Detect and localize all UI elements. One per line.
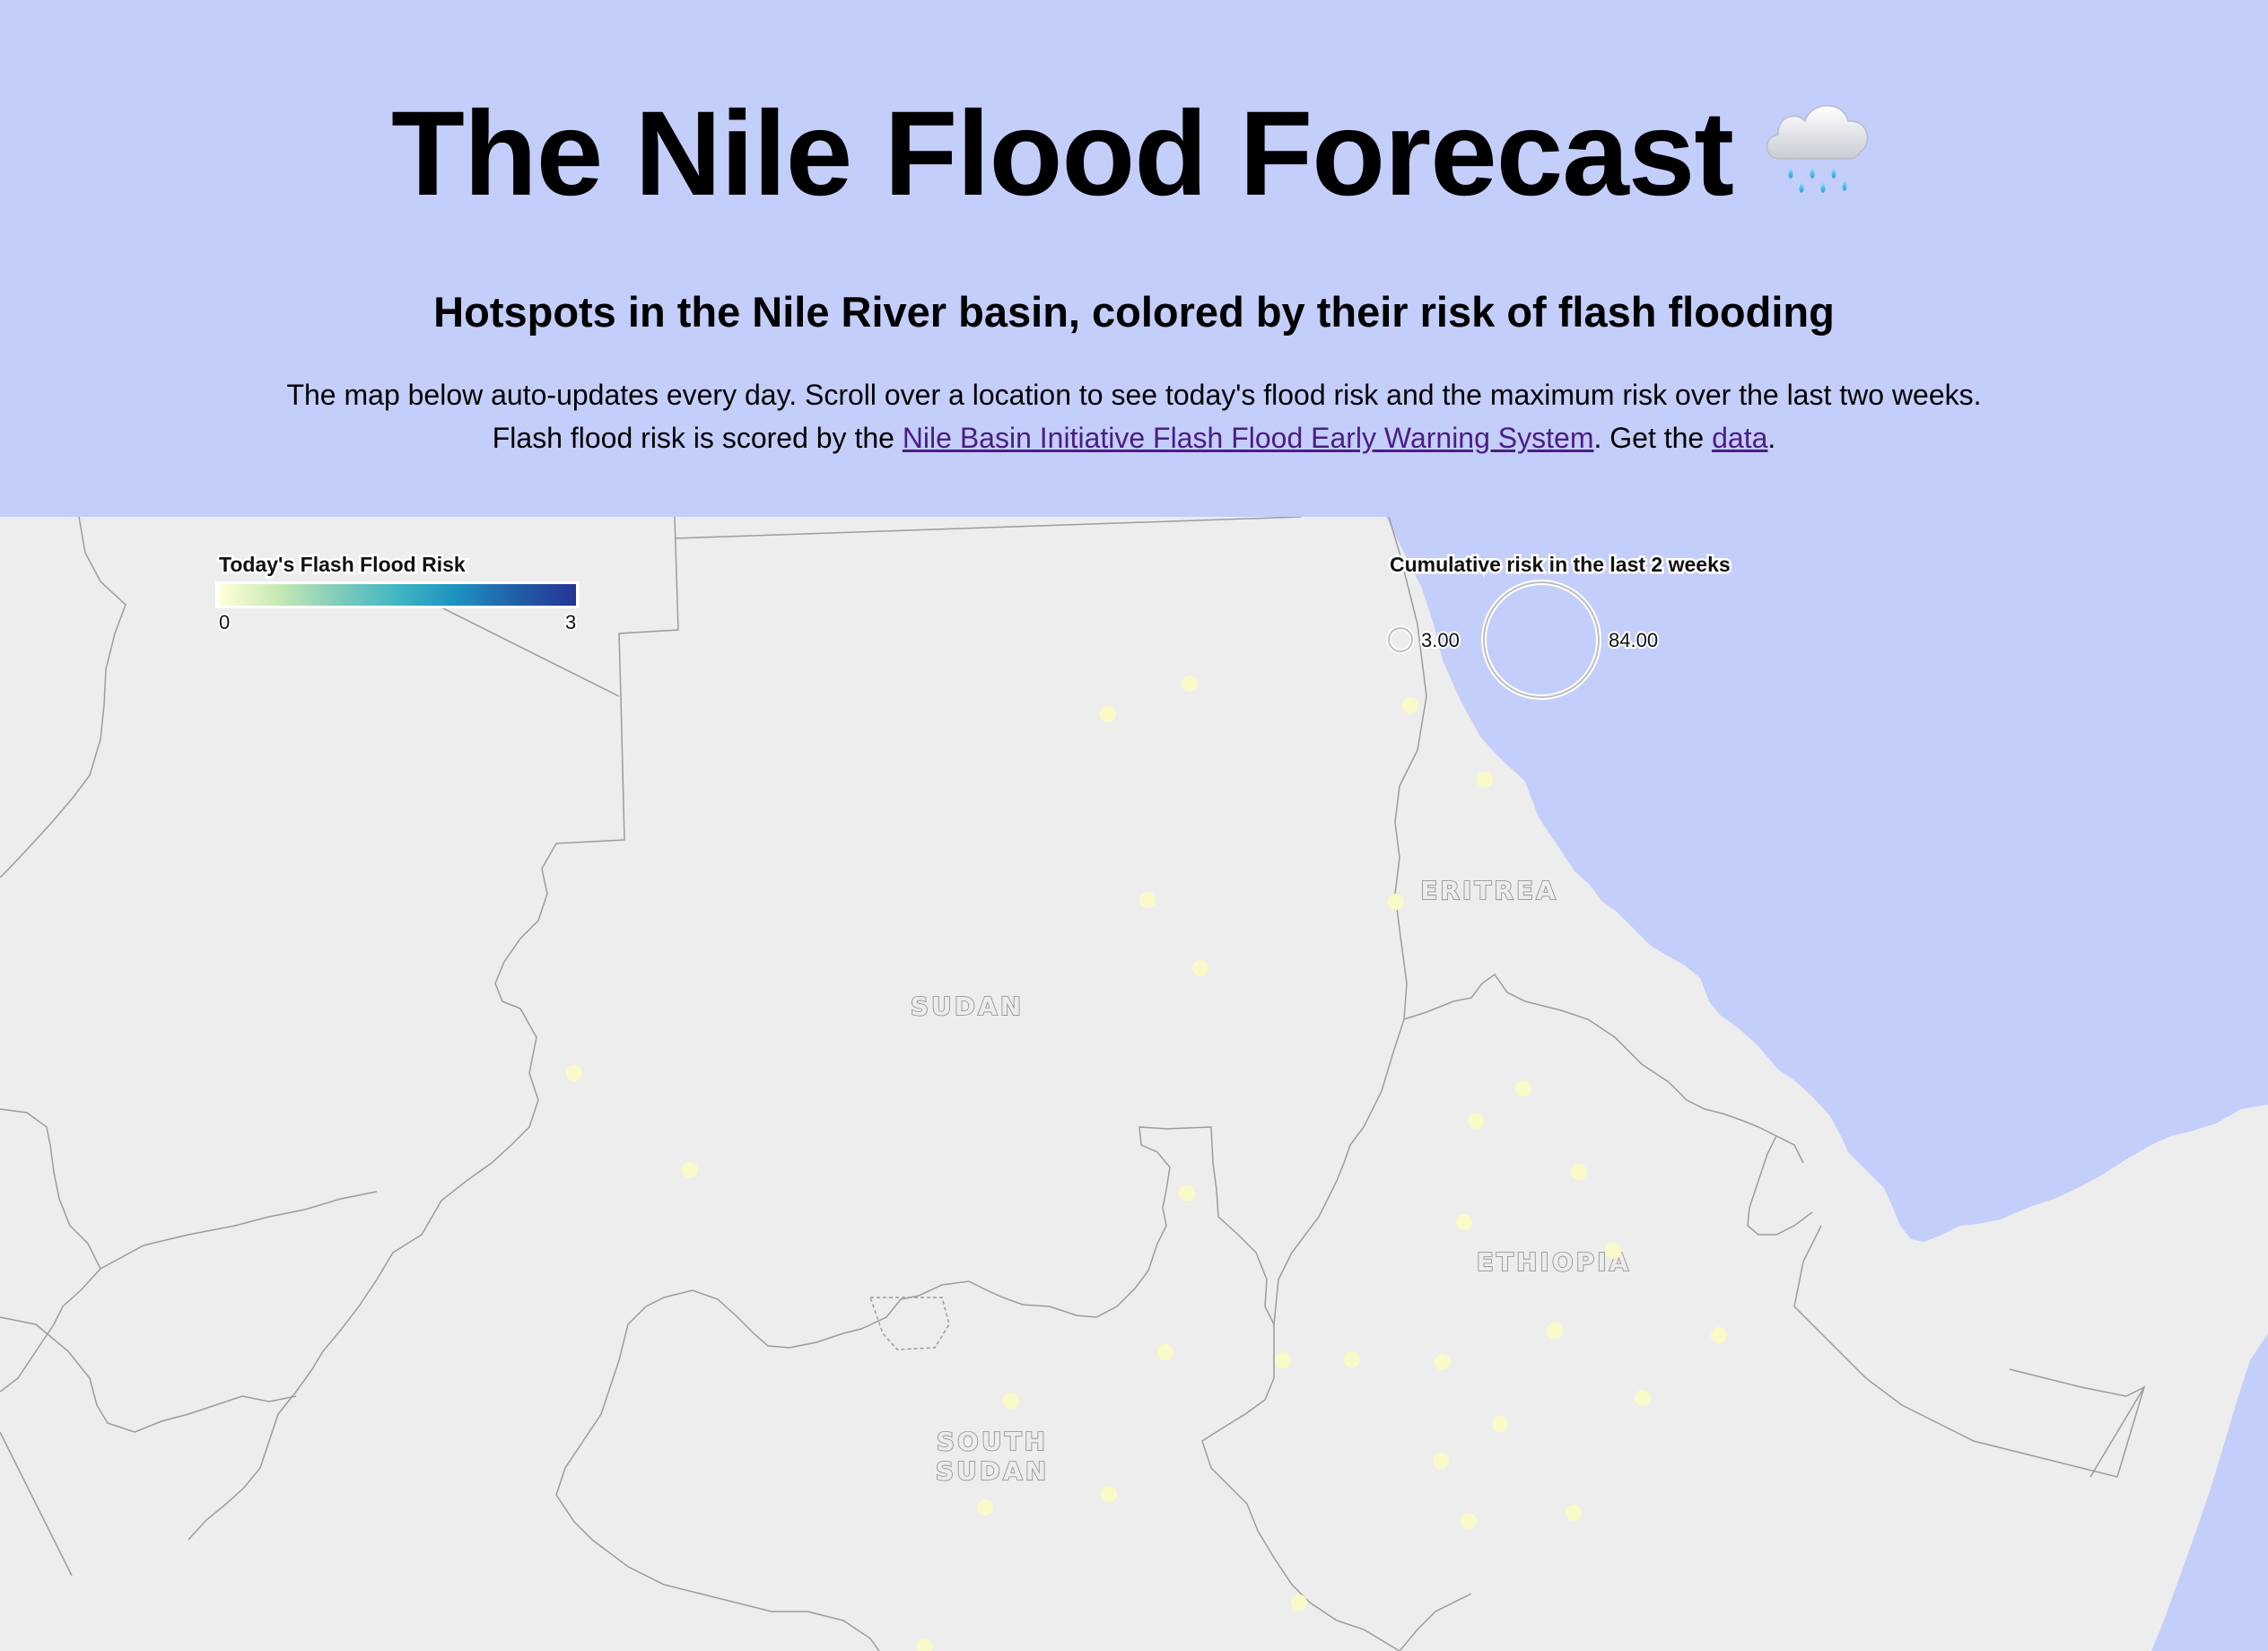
hotspot-marker[interactable] — [1157, 1344, 1173, 1360]
hotspot-marker[interactable] — [682, 1162, 698, 1178]
hotspot-marker[interactable] — [1344, 1351, 1360, 1367]
page-header: The Nile Flood Forecast Hotspots in the … — [0, 0, 2268, 517]
cloud-with-rain-icon — [1766, 105, 1869, 193]
hotspot-marker[interactable] — [1275, 1352, 1291, 1368]
legend-risk-min-label: 0 — [219, 611, 230, 633]
legend-risk-title: Today's Flash Flood Risk — [219, 553, 466, 576]
hotspot-marker[interactable] — [1711, 1327, 1727, 1343]
intro-line-2-middle: . Get the — [1593, 422, 1713, 454]
hotspot-marker[interactable] — [1571, 1164, 1587, 1180]
hotspot-marker[interactable] — [1192, 960, 1208, 976]
hotspot-marker[interactable] — [1101, 1486, 1117, 1502]
legend-cumulative-large-label: 84.00 — [1609, 629, 1658, 651]
hotspot-marker[interactable] — [1605, 1243, 1621, 1259]
hotspot-marker[interactable] — [1179, 1185, 1195, 1201]
hotspot-marker[interactable] — [977, 1499, 993, 1516]
hotspot-marker[interactable] — [1291, 1594, 1307, 1611]
hotspot-marker[interactable] — [1139, 892, 1156, 908]
country-label-eritrea: ERITREA — [1420, 876, 1558, 905]
hotspot-marker[interactable] — [1003, 1393, 1019, 1409]
country-label-south-sudan-line1: SOUTH — [937, 1427, 1048, 1456]
flood-risk-map[interactable]: SUDAN ERITREA ETHIOPIA SOUTH SUDAN Today… — [0, 517, 2268, 1651]
flash-flood-warning-system-link[interactable]: Nile Basin Initiative Flash Flood Early … — [903, 422, 1594, 454]
map-canvas[interactable]: SUDAN ERITREA ETHIOPIA SOUTH SUDAN Today… — [0, 517, 2268, 1651]
hotspot-marker[interactable] — [1635, 1390, 1651, 1406]
data-link[interactable]: data — [1712, 422, 1767, 454]
hotspot-marker[interactable] — [1388, 894, 1404, 910]
hotspot-marker[interactable] — [1492, 1416, 1508, 1432]
hotspot-marker[interactable] — [1477, 772, 1493, 788]
hotspot-marker[interactable] — [1456, 1214, 1472, 1230]
intro-line-2-end: . — [1767, 422, 1776, 454]
hotspot-marker[interactable] — [1515, 1080, 1531, 1096]
hotspot-marker[interactable] — [1182, 676, 1198, 692]
legend-cumulative-small-label: 3.00 — [1421, 629, 1460, 651]
page-title: The Nile Flood Forecast — [0, 83, 2268, 226]
hotspot-marker[interactable] — [1433, 1453, 1449, 1469]
page-title-text: The Nile Flood Forecast — [391, 87, 1734, 221]
country-label-south-sudan-line2: SUDAN — [936, 1456, 1049, 1486]
intro-line-2-start: Flash flood risk is scored by the — [492, 422, 903, 454]
hotspot-marker[interactable] — [1402, 697, 1418, 713]
country-label-sudan: SUDAN — [911, 991, 1024, 1021]
hotspot-marker[interactable] — [566, 1065, 582, 1081]
page-subtitle: Hotspots in the Nile River basin, colore… — [433, 288, 1835, 336]
intro-line-1: The map below auto-updates every day. Sc… — [286, 379, 1982, 411]
legend-risk-max-label: 3 — [565, 611, 576, 633]
legend-cumulative-title: Cumulative risk in the last 2 weeks — [1390, 553, 1731, 576]
intro-text: The map below auto-updates every day. Sc… — [0, 373, 2268, 459]
hotspot-marker[interactable] — [1100, 706, 1116, 722]
hotspot-marker[interactable] — [1468, 1113, 1484, 1129]
hotspot-marker[interactable] — [1435, 1354, 1451, 1370]
hotspot-marker[interactable] — [1461, 1513, 1477, 1529]
legend-risk-color-bar — [219, 584, 576, 606]
hotspot-marker[interactable] — [1547, 1323, 1563, 1339]
hotspot-marker[interactable] — [1566, 1505, 1582, 1521]
